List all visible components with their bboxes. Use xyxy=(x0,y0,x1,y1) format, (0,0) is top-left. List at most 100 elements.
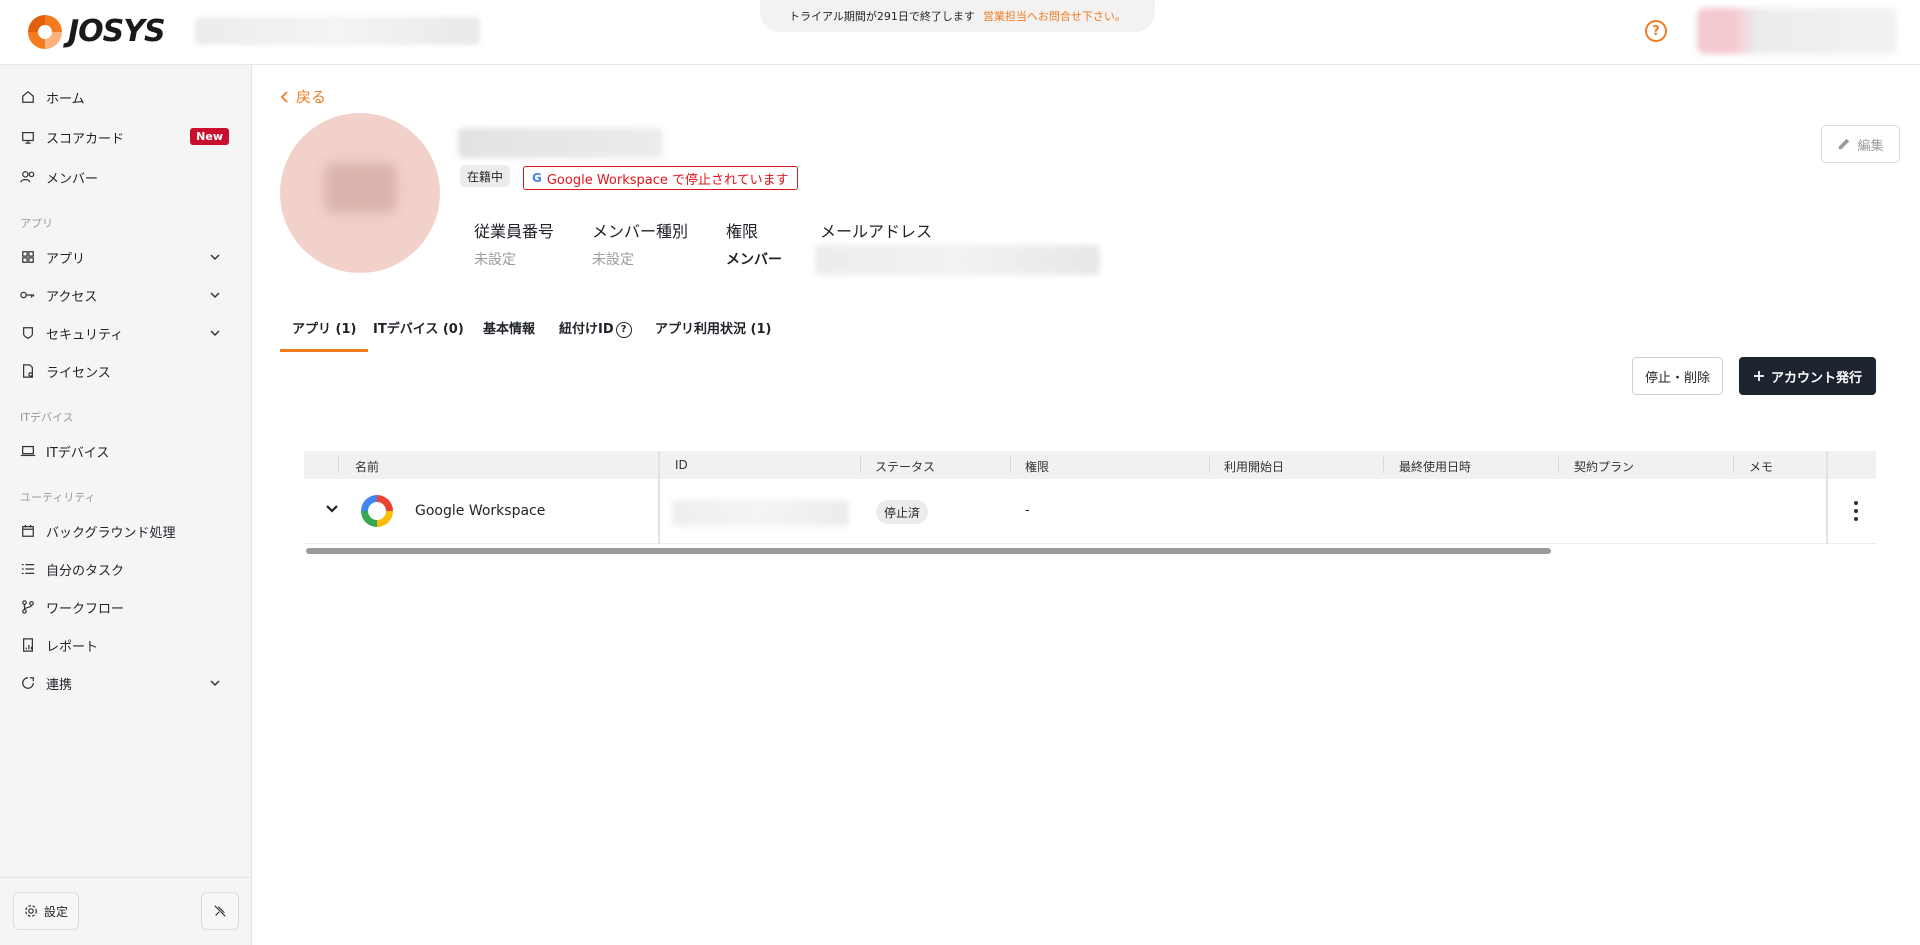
sidebar-item-workflow[interactable]: ワークフロー xyxy=(20,592,232,622)
workflow-icon xyxy=(20,599,36,615)
apps-table: 名前 ID ステータス 権限 利用開始日 最終使用日時 契約プラン メモ Goo… xyxy=(304,451,1876,544)
edit-label: 編集 xyxy=(1857,138,1884,154)
member-tabs: アプリ (1) ITデバイス (0) 基本情報 紐付けID? アプリ利用状況 (… xyxy=(280,312,1880,352)
employment-status-badge: 在籍中 xyxy=(460,165,511,187)
sidebar-item-apps[interactable]: アプリ xyxy=(20,242,232,272)
members-icon xyxy=(20,169,36,185)
sidebar-item-label: スコアカード xyxy=(46,131,125,147)
sidebar-item-reports[interactable]: レポート xyxy=(20,630,232,660)
employee-number-label: 従業員番号 xyxy=(474,222,555,241)
chevron-down-icon[interactable] xyxy=(208,326,222,340)
tab-linked-ids[interactable]: 紐付けID? xyxy=(547,312,644,352)
tasks-icon xyxy=(20,561,36,577)
permission-label: 権限 xyxy=(726,222,759,241)
sidebar-item-label: ホーム xyxy=(46,91,85,107)
column-separator xyxy=(1558,457,1559,473)
top-header: JOSYS トライアル期間が291日で終了します 営業担当へお問合せ下さい。 ? xyxy=(0,0,1920,65)
member-type-label: メンバー種別 xyxy=(592,222,689,241)
gear-icon xyxy=(25,905,37,917)
column-header-start-date[interactable]: 利用開始日 xyxy=(1224,458,1284,475)
column-separator xyxy=(860,457,861,473)
column-separator xyxy=(1010,457,1011,473)
grid-icon xyxy=(20,249,36,265)
shield-icon xyxy=(20,325,36,341)
suspended-warning-badge: G Google Workspace で停止されています xyxy=(523,166,798,190)
column-header-name[interactable]: 名前 xyxy=(355,458,379,475)
josys-logo[interactable]: JOSYS xyxy=(28,14,166,49)
sidebar-item-license[interactable]: ライセンス xyxy=(20,356,232,386)
column-header-id[interactable]: ID xyxy=(675,458,688,472)
logo-text: JOSYS xyxy=(68,14,166,49)
chevron-down-icon[interactable] xyxy=(208,250,222,264)
account-status-badge: 停止済 xyxy=(876,500,929,524)
sidebar-item-it-devices[interactable]: ITデバイス xyxy=(20,436,232,466)
chevron-down-icon[interactable] xyxy=(324,501,340,517)
permission-value: メンバー xyxy=(726,252,782,268)
back-link[interactable]: 戻る xyxy=(280,86,326,107)
sidebar-item-integrations[interactable]: 連携 xyxy=(20,668,232,698)
sidebar-item-label: アプリ xyxy=(46,251,86,267)
horizontal-scrollbar[interactable] xyxy=(306,548,1551,554)
app-name[interactable]: Google Workspace xyxy=(415,503,545,519)
member-type-value: 未設定 xyxy=(592,252,634,268)
tab-app-usage[interactable]: アプリ利用状況 (1) xyxy=(643,312,783,352)
table-row[interactable]: Google Workspace 停止済 - xyxy=(304,451,1876,544)
sidebar-item-label: アクセス xyxy=(46,289,98,305)
tenant-selector[interactable] xyxy=(195,17,480,45)
report-icon xyxy=(20,637,36,653)
column-separator xyxy=(1383,457,1384,473)
sidebar-item-background-jobs[interactable]: バックグラウンド処理 xyxy=(20,516,232,546)
column-header-plan[interactable]: 契約プラン xyxy=(1574,458,1634,475)
section-label-utility: ユーティリティ xyxy=(20,491,96,504)
help-icon[interactable]: ? xyxy=(1645,20,1667,42)
pencil-icon xyxy=(1839,138,1850,150)
issue-account-button[interactable]: アカウント発行 xyxy=(1739,357,1876,395)
column-separator xyxy=(338,457,339,473)
tab-it-devices[interactable]: ITデバイス (0) xyxy=(361,312,476,352)
settings-button[interactable]: 設定 xyxy=(13,892,79,930)
row-more-icon[interactable] xyxy=(1846,499,1866,523)
section-label-device: ITデバイス xyxy=(20,411,74,424)
column-header-permission[interactable]: 権限 xyxy=(1025,458,1049,475)
chevron-down-icon[interactable] xyxy=(208,288,222,302)
sidebar-item-label: ライセンス xyxy=(46,365,111,381)
sidebar-item-security[interactable]: セキュリティ xyxy=(20,318,232,348)
chevron-left-icon xyxy=(280,90,288,103)
sidebar-item-label: ITデバイス xyxy=(46,445,110,461)
collapse-sidebar-button[interactable] xyxy=(201,892,239,930)
account-permission: - xyxy=(1025,503,1030,518)
sidebar-item-label: メンバー xyxy=(46,171,99,187)
sidebar-item-members[interactable]: メンバー xyxy=(20,162,232,192)
user-menu[interactable] xyxy=(1697,8,1897,54)
chevron-down-icon[interactable] xyxy=(208,676,222,690)
sidebar-item-access[interactable]: アクセス xyxy=(20,280,232,310)
tab-apps[interactable]: アプリ (1) xyxy=(280,312,369,352)
trial-banner: トライアル期間が291日で終了します 営業担当へお問合せ下さい。 xyxy=(760,0,1155,32)
sidebar-item-my-tasks[interactable]: 自分のタスク xyxy=(20,554,232,584)
back-label: 戻る xyxy=(296,88,327,106)
sidebar-item-label: バックグラウンド処理 xyxy=(46,525,176,541)
sidebar-item-home[interactable]: ホーム xyxy=(20,82,232,112)
sidebar-item-scorecard[interactable]: スコアカード New xyxy=(20,122,232,152)
sidebar-item-label: 連携 xyxy=(46,677,73,693)
sidebar-item-label: 自分のタスク xyxy=(46,563,125,579)
contact-sales-link[interactable]: 営業担当へお問合せ下さい。 xyxy=(983,8,1126,24)
scorecard-icon xyxy=(20,129,36,145)
column-header-status[interactable]: ステータス xyxy=(875,458,935,475)
frozen-column-divider xyxy=(658,451,660,544)
column-header-last-used[interactable]: 最終使用日時 xyxy=(1399,458,1471,475)
email-label: メールアドレス xyxy=(820,222,933,241)
column-header-memo[interactable]: メモ xyxy=(1749,458,1773,475)
issue-account-label: アカウント発行 xyxy=(1770,370,1862,386)
table-header: 名前 ID ステータス 権限 利用開始日 最終使用日時 契約プラン メモ xyxy=(304,451,1876,479)
stop-delete-button[interactable]: 停止・削除 xyxy=(1632,357,1723,395)
sidebar-footer: 設定 xyxy=(0,877,252,945)
tab-linked-ids-label: 紐付けID xyxy=(559,322,614,337)
account-id-blurred xyxy=(672,500,849,526)
question-circle-icon[interactable]: ? xyxy=(615,321,632,338)
sidebar: ホーム スコアカード New メンバー アプリ アプリ アクセス セキュリティ … xyxy=(0,65,252,945)
sidebar-item-label: セキュリティ xyxy=(46,327,124,343)
unpin-icon xyxy=(214,905,226,917)
tab-basic-info[interactable]: 基本情報 xyxy=(471,312,547,352)
edit-button[interactable]: 編集 xyxy=(1821,125,1900,163)
